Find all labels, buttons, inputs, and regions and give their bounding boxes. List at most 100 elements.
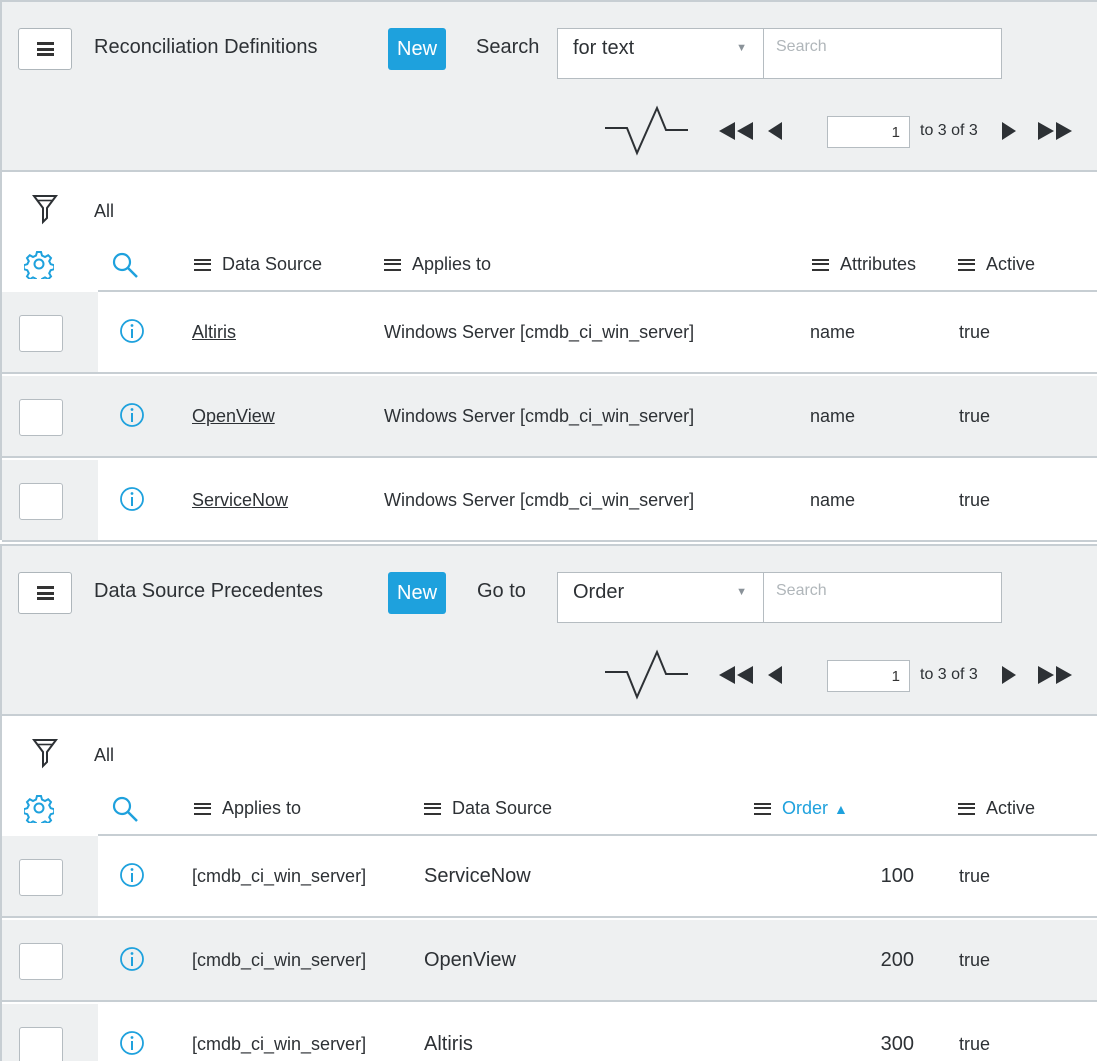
gear-icon[interactable] — [24, 249, 54, 279]
previous-page-icon[interactable] — [768, 122, 782, 140]
first-page-icon[interactable] — [719, 666, 753, 684]
magnifier-icon[interactable] — [110, 250, 140, 280]
page-number-input[interactable] — [827, 116, 910, 148]
table-row[interactable]: [cmdb_ci_win_server] OpenView 200 true — [2, 920, 1097, 1002]
cell-active: true — [959, 950, 991, 970]
pulse-icon[interactable] — [602, 102, 692, 162]
select-value: Order — [573, 581, 625, 603]
cell-active: true — [959, 1034, 991, 1054]
list-menu-button[interactable] — [18, 572, 72, 614]
column-menu-icon[interactable] — [958, 802, 975, 815]
column-menu-icon[interactable] — [958, 258, 975, 271]
info-icon[interactable] — [119, 486, 145, 512]
goto-label: Go to — [477, 580, 526, 602]
cell-order: 200 — [880, 949, 914, 971]
pagination: to 3 of 3 — [602, 102, 1097, 162]
row-checkbox[interactable] — [19, 315, 63, 352]
list-menu-button[interactable] — [18, 28, 72, 70]
last-page-icon[interactable] — [1038, 666, 1072, 684]
cell-attributes: name — [810, 406, 856, 426]
cell-applies-to: Windows Server [cmdb_ci_win_server] — [384, 322, 695, 342]
column-menu-icon[interactable] — [424, 802, 441, 815]
info-icon[interactable] — [119, 402, 145, 428]
cell-applies-to[interactable]: [cmdb_ci_win_server] — [192, 950, 366, 971]
info-icon[interactable] — [119, 946, 145, 972]
hamburger-icon — [36, 586, 54, 600]
cell-order: 300 — [880, 1033, 914, 1055]
filter-breadcrumb-all[interactable]: All — [94, 201, 114, 222]
page-count: to 3 of 3 — [920, 666, 978, 683]
cell-data-source[interactable]: ServiceNow — [192, 490, 288, 511]
column-header-data-source[interactable]: Data Source — [194, 254, 322, 275]
row-checkbox[interactable] — [19, 1027, 63, 1061]
page-number-input[interactable] — [827, 660, 910, 692]
last-page-icon[interactable] — [1038, 122, 1072, 140]
cell-applies-to: Windows Server [cmdb_ci_win_server] — [384, 406, 695, 426]
pagination: to 3 of 3 — [602, 646, 1097, 706]
search-input[interactable] — [763, 572, 1002, 623]
cell-applies-to: Windows Server [cmdb_ci_win_server] — [384, 490, 695, 510]
info-icon[interactable] — [119, 1030, 145, 1056]
list-title: Data Source Precedentes — [94, 580, 324, 602]
row-checkbox[interactable] — [19, 859, 63, 896]
select-value: for text — [573, 37, 635, 59]
caret-down-icon: ▼ — [736, 586, 747, 598]
column-header-data-source[interactable]: Data Source — [424, 798, 552, 819]
column-menu-icon[interactable] — [812, 258, 829, 271]
column-menu-icon[interactable] — [194, 258, 211, 271]
cell-applies-to[interactable]: [cmdb_ci_win_server] — [192, 1034, 366, 1055]
funnel-icon[interactable] — [32, 737, 58, 769]
list-title: Reconciliation Definitions — [94, 36, 318, 58]
funnel-icon[interactable] — [32, 193, 58, 225]
search-field-select[interactable]: for text ▼ — [557, 28, 763, 79]
magnifier-icon[interactable] — [110, 794, 140, 824]
sort-ascending-icon: ▲ — [834, 800, 848, 817]
filter-breadcrumb-all[interactable]: All — [94, 745, 114, 766]
cell-attributes: name — [810, 490, 856, 510]
row-checkbox[interactable] — [19, 483, 63, 520]
cell-data-source[interactable]: Altiris — [192, 322, 236, 343]
info-icon[interactable] — [119, 862, 145, 888]
goto-field-select[interactable]: Order ▼ — [557, 572, 763, 623]
cell-active: true — [959, 866, 991, 886]
column-header-applies-to[interactable]: Applies to — [384, 254, 491, 275]
hamburger-icon — [36, 42, 54, 56]
next-page-icon[interactable] — [1002, 666, 1016, 684]
table-row[interactable]: OpenView Windows Server [cmdb_ci_win_ser… — [2, 376, 1097, 458]
row-checkbox[interactable] — [19, 943, 63, 980]
gear-icon[interactable] — [24, 793, 54, 823]
info-icon[interactable] — [119, 318, 145, 344]
column-header-active[interactable]: Active — [958, 254, 1035, 275]
table-row[interactable]: ServiceNow Windows Server [cmdb_ci_win_s… — [2, 460, 1097, 542]
cell-applies-to[interactable]: [cmdb_ci_win_server] — [192, 866, 366, 887]
row-checkbox[interactable] — [19, 399, 63, 436]
previous-page-icon[interactable] — [768, 666, 782, 684]
first-page-icon[interactable] — [719, 122, 753, 140]
table-row[interactable]: [cmdb_ci_win_server] ServiceNow 100 true — [2, 836, 1097, 918]
search-label: Search — [476, 36, 540, 58]
next-page-icon[interactable] — [1002, 122, 1016, 140]
column-header-order[interactable]: Order ▲ — [754, 798, 848, 819]
reconciliation-definitions-panel: Reconciliation Definitions New Search fo… — [0, 0, 1097, 542]
cell-data-source: Altiris — [424, 1033, 473, 1055]
column-header-active[interactable]: Active — [958, 798, 1035, 819]
column-menu-icon[interactable] — [384, 258, 401, 271]
caret-down-icon: ▼ — [736, 42, 747, 54]
column-header-applies-to[interactable]: Applies to — [194, 798, 301, 819]
data-source-precedentes-panel: Data Source Precedentes New Go to Order … — [0, 544, 1097, 1061]
column-header-attributes[interactable]: Attributes — [812, 254, 916, 275]
cell-active: true — [959, 322, 991, 342]
column-menu-icon[interactable] — [754, 802, 771, 815]
cell-active: true — [959, 406, 991, 426]
column-menu-icon[interactable] — [194, 802, 211, 815]
list-header: Reconciliation Definitions New Search fo… — [2, 0, 1097, 172]
search-input[interactable] — [763, 28, 1002, 79]
new-button[interactable]: New — [388, 28, 447, 70]
table-row[interactable]: [cmdb_ci_win_server] Altiris 300 true — [2, 1004, 1097, 1061]
cell-data-source[interactable]: OpenView — [192, 406, 275, 427]
cell-active: true — [959, 490, 991, 510]
pulse-icon[interactable] — [602, 646, 692, 706]
new-button[interactable]: New — [388, 572, 447, 614]
table-row[interactable]: Altiris Windows Server [cmdb_ci_win_serv… — [2, 292, 1097, 374]
cell-attributes: name — [810, 322, 856, 342]
